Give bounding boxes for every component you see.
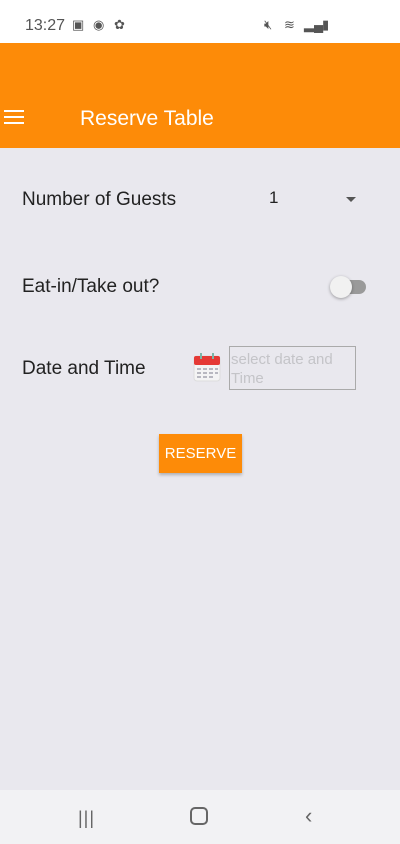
date-time-input[interactable]: select date and Time bbox=[229, 346, 356, 390]
recent-apps-icon[interactable]: ||| bbox=[78, 808, 95, 829]
calendar-icon[interactable] bbox=[193, 352, 221, 382]
signal-icon: ▂▄ bbox=[304, 17, 324, 32]
back-icon[interactable]: ‹ bbox=[305, 803, 312, 829]
app-icon: ◉ bbox=[93, 17, 105, 32]
battery-icon: ▮ bbox=[322, 17, 330, 32]
mute-icon: 🔇︎ bbox=[264, 17, 273, 32]
menu-icon[interactable] bbox=[4, 110, 24, 124]
guests-value: 1 bbox=[269, 188, 279, 207]
reserve-button[interactable]: RESERVE bbox=[159, 434, 242, 473]
eat-label: Eat-in/Take out? bbox=[22, 276, 160, 297]
chevron-down-icon bbox=[346, 197, 356, 202]
fan-icon: ✿ bbox=[114, 17, 125, 32]
toggle-thumb bbox=[330, 276, 352, 298]
guests-select[interactable]: 1 bbox=[262, 188, 362, 214]
date-label: Date and Time bbox=[22, 358, 146, 379]
eat-in-toggle[interactable] bbox=[330, 276, 366, 298]
app-header: Reserve Table bbox=[0, 43, 400, 148]
home-icon[interactable] bbox=[190, 807, 208, 825]
status-time: 13:27 bbox=[25, 17, 66, 34]
status-bar: 13:27 ▣ ◉ ✿ 🔇︎ ≋ ▂▄ ▮ bbox=[0, 0, 400, 43]
system-nav-bar: ||| ‹ bbox=[0, 790, 400, 844]
image-icon: ▣ bbox=[72, 17, 85, 32]
page-title: Reserve Table bbox=[80, 107, 214, 130]
wifi-icon: ≋ bbox=[284, 17, 295, 32]
guests-label: Number of Guests bbox=[22, 189, 177, 210]
